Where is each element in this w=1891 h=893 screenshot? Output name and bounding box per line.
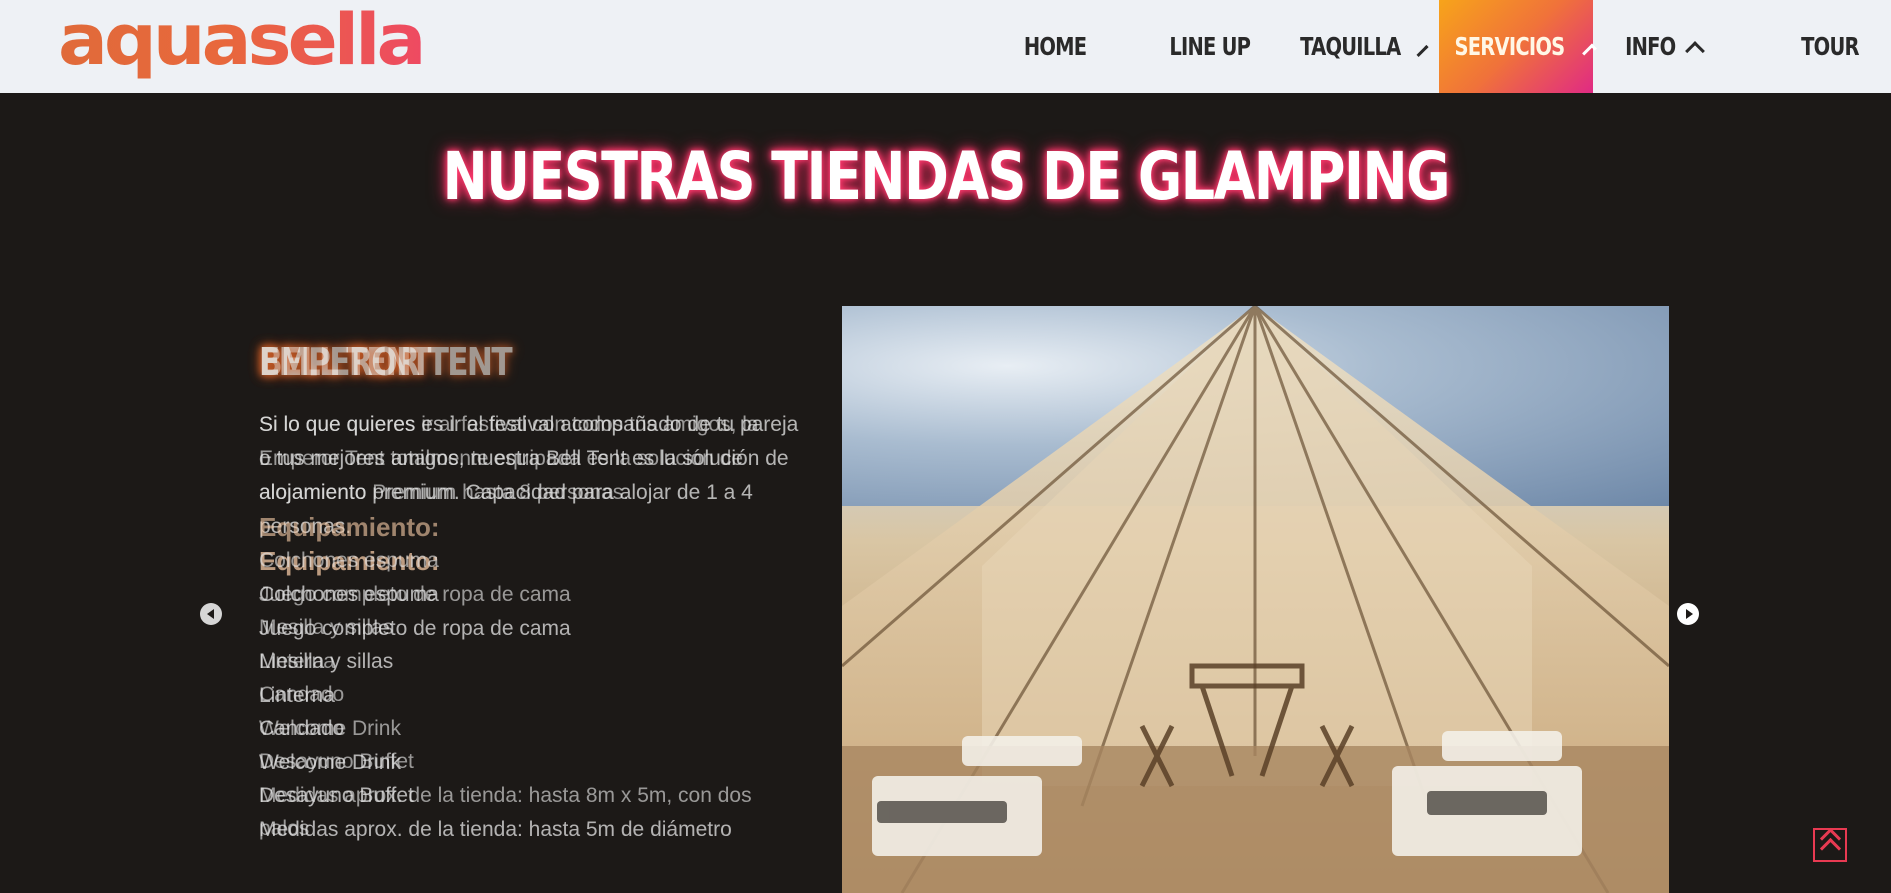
slide-emperor-tent: EMPEROR TENT Si lo que quieres ir al fes… <box>259 340 799 846</box>
chevron-up-icon <box>1685 40 1706 61</box>
tent-interior-illustration <box>842 306 1669 893</box>
chevron-up-icon <box>1581 43 1597 58</box>
nav-label: LINE UP <box>1169 32 1252 61</box>
list-item: Candado <box>259 683 345 706</box>
equipment-list: Colchones espuma Juego completo de ropa … <box>259 544 799 846</box>
nav-label: INFO <box>1624 32 1676 61</box>
tent-title-text: EMPEROR TENT <box>259 340 513 384</box>
list-item: Juego completo de ropa de cama <box>259 582 571 606</box>
page-title: NUESTRAS TIENDAS DE GLAMPING <box>0 138 1891 215</box>
nav-item-tour[interactable]: TOUR <box>1785 0 1875 93</box>
list-item: Mesilla y sillas <box>259 616 394 639</box>
nav-item-info[interactable]: INFO <box>1615 0 1706 93</box>
nav-item-taquilla[interactable]: TAQUILLA <box>1290 0 1429 93</box>
nav-label: TOUR <box>1801 32 1859 61</box>
main-menu: HOME LINE UP TAQUILLA SERVICIOS INFO TOU… <box>0 0 1891 93</box>
nav-label: HOME <box>1023 32 1087 61</box>
tent-title: EMPEROR TENT <box>259 340 799 384</box>
top-navbar: aquasella HOME LINE UP TAQUILLA SERVICIO… <box>0 0 1891 93</box>
scroll-to-top-button[interactable] <box>1813 827 1847 862</box>
chevron-right-icon <box>1685 609 1693 619</box>
list-item: Medidas aprox. de la tienda: hasta 8m x … <box>259 783 752 841</box>
page-title-text: NUESTRAS TIENDAS DE GLAMPING <box>442 138 1450 215</box>
tent-photo <box>842 306 1669 893</box>
equipment-heading: Equipamiento: <box>259 512 440 542</box>
carousel-next-button[interactable] <box>1677 603 1699 625</box>
list-item: Colchones espuma <box>259 549 439 572</box>
nav-item-line-up[interactable]: LINE UP <box>1160 0 1260 93</box>
carousel-prev-button[interactable] <box>200 603 222 625</box>
chevron-left-icon <box>206 609 214 619</box>
nav-label: TAQUILLA <box>1300 32 1401 61</box>
chevron-up-icon <box>1416 44 1429 57</box>
list-item: Desayuno Buffet <box>259 750 414 773</box>
nav-item-home[interactable]: HOME <box>1010 0 1100 93</box>
tent-description: Si lo que quieres ir al festival con tod… <box>259 413 759 504</box>
nav-label: SERVICIOS <box>1454 32 1565 61</box>
list-item: Linterna <box>259 649 335 673</box>
list-item: Welcome Drink <box>259 716 401 740</box>
nav-item-servicios[interactable]: SERVICIOS <box>1439 0 1597 93</box>
